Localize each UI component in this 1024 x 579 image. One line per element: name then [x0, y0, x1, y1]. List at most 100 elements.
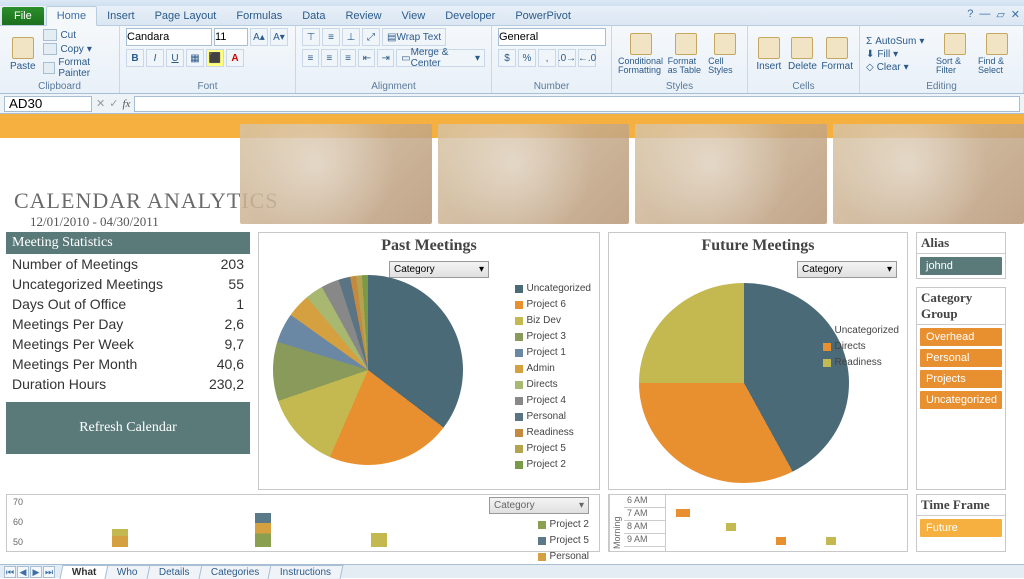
close-icon[interactable]: ✕ [1011, 8, 1020, 21]
formula-input[interactable] [134, 96, 1020, 112]
cellstyles-icon [714, 33, 736, 55]
font-name-select[interactable] [126, 28, 212, 46]
indent-inc-button[interactable]: ⇥ [377, 49, 394, 67]
time-frame-header: Time Frame [917, 495, 1005, 516]
sheet-tab-instructions[interactable]: Instructions [267, 565, 343, 579]
orientation-button[interactable]: ⤢ [362, 28, 380, 46]
font-color-button[interactable]: A [226, 49, 244, 67]
format-as-table-button[interactable]: Format as Table [668, 28, 705, 80]
tab-insert[interactable]: Insert [97, 7, 145, 25]
tab-developer[interactable]: Developer [435, 7, 505, 25]
legend-item: Project 1 [515, 345, 591, 361]
chevron-down-icon: ▾ [479, 264, 484, 275]
fx-icon[interactable]: fx [122, 98, 130, 110]
category-chip[interactable]: Projects [920, 370, 1002, 388]
font-size-select[interactable] [214, 28, 248, 46]
number-format-select[interactable] [498, 28, 606, 46]
stats-row: Number of Meetings203 [6, 254, 250, 274]
clear-button[interactable]: ◇ Clear ▾ [866, 62, 932, 73]
indent-dec-button[interactable]: ⇤ [358, 49, 375, 67]
tab-formulas[interactable]: Formulas [226, 7, 292, 25]
align-left-button[interactable]: ≡ [302, 49, 319, 67]
stats-label: Days Out of Office [12, 296, 126, 312]
help-icon[interactable]: ? [967, 8, 973, 21]
sort-icon [944, 33, 966, 55]
tab-page-layout[interactable]: Page Layout [145, 7, 227, 25]
legend-item: Project 4 [515, 393, 591, 409]
bar-category-dropdown[interactable]: Category▾ [489, 497, 589, 514]
sheet-tab-what[interactable]: What [60, 565, 109, 579]
timeframe-chip[interactable]: Future [920, 519, 1002, 537]
tab-view[interactable]: View [392, 7, 436, 25]
comma-button[interactable]: , [538, 49, 556, 67]
legend-item: Biz Dev [515, 313, 591, 329]
stats-row: Meetings Per Week9,7 [6, 334, 250, 354]
bold-button[interactable]: B [126, 49, 144, 67]
chevron-down-icon: ▾ [887, 264, 892, 275]
tab-file[interactable]: File [2, 7, 44, 25]
shrink-font-button[interactable]: A▾ [270, 28, 288, 46]
fill-button[interactable]: ⬇ Fill ▾ [866, 49, 932, 60]
group-number: Number [498, 80, 605, 92]
restore-icon[interactable]: ▱ [996, 8, 1004, 21]
format-painter-button[interactable]: Format Painter [43, 57, 113, 79]
paste-button[interactable]: Paste [6, 28, 39, 80]
sheet-tab-who[interactable]: Who [105, 565, 151, 579]
tab-home[interactable]: Home [46, 6, 97, 26]
sort-filter-button[interactable]: Sort & Filter [936, 28, 974, 80]
percent-button[interactable]: % [518, 49, 536, 67]
merge-center-button[interactable]: ▭ Merge & Center ▾ [396, 49, 485, 67]
wrap-text-button[interactable]: ▤ Wrap Text [382, 28, 446, 46]
enter-formula-icon[interactable]: ✓ [109, 97, 118, 110]
delete-cells-button[interactable]: Delete [788, 28, 818, 80]
category-group-header: Category Group [917, 288, 1005, 325]
tab-powerpivot[interactable]: PowerPivot [505, 7, 581, 25]
name-box[interactable] [4, 96, 92, 112]
increase-decimal-button[interactable]: .0→ [558, 49, 576, 67]
sheet-nav-prev[interactable]: ◀ [17, 566, 29, 578]
tab-data[interactable]: Data [292, 7, 335, 25]
group-styles: Styles [618, 80, 741, 92]
future-category-dropdown[interactable]: Category▾ [797, 261, 897, 278]
fill-color-button[interactable]: ⬛ [206, 49, 224, 67]
find-select-button[interactable]: Find & Select [978, 28, 1016, 80]
sheet-nav-first[interactable]: ⏮ [4, 566, 16, 578]
morning-timeline: Morning 6 AM7 AM8 AM9 AM [608, 494, 908, 552]
currency-button[interactable]: $ [498, 49, 516, 67]
legend-item: Project 2 [538, 517, 589, 533]
legend-swatch [515, 461, 523, 469]
align-right-button[interactable]: ≡ [340, 49, 357, 67]
minimize-icon[interactable]: — [979, 8, 990, 21]
sheet-tab-details[interactable]: Details [147, 565, 203, 579]
group-cells: Cells [754, 80, 853, 92]
conditional-formatting-button[interactable]: Conditional Formatting [618, 28, 664, 80]
insert-cells-button[interactable]: Insert [754, 28, 784, 80]
legend-label: Project 1 [527, 345, 566, 361]
align-top-button[interactable]: ⊤ [302, 28, 320, 46]
refresh-calendar-button[interactable]: Refresh Calendar [6, 402, 250, 454]
past-category-dropdown[interactable]: Category▾ [389, 261, 489, 278]
category-chip[interactable]: Personal [920, 349, 1002, 367]
decrease-decimal-button[interactable]: ←.0 [578, 49, 596, 67]
sheet-nav-next[interactable]: ▶ [30, 566, 42, 578]
border-button[interactable]: ▦ [186, 49, 204, 67]
align-center-button[interactable]: ≡ [321, 49, 338, 67]
future-pie [639, 283, 849, 483]
italic-button[interactable]: I [146, 49, 164, 67]
autosum-button[interactable]: Σ AutoSum ▾ [866, 36, 932, 47]
underline-button[interactable]: U [166, 49, 184, 67]
align-middle-button[interactable]: ≡ [322, 28, 340, 46]
sheet-nav-last[interactable]: ⏭ [43, 566, 55, 578]
sheet-tab-categories[interactable]: Categories [198, 565, 271, 579]
category-chip[interactable]: Uncategorized [920, 391, 1002, 409]
copy-button[interactable]: Copy ▾ [43, 43, 113, 55]
cut-button[interactable]: Cut [43, 29, 113, 41]
cell-styles-button[interactable]: Cell Styles [708, 28, 741, 80]
format-cells-button[interactable]: Format [821, 28, 853, 80]
align-bottom-button[interactable]: ⊥ [342, 28, 360, 46]
grow-font-button[interactable]: A▴ [250, 28, 268, 46]
cancel-formula-icon[interactable]: ✕ [96, 97, 105, 110]
alias-chip[interactable]: johnd [920, 257, 1002, 275]
category-chip[interactable]: Overhead [920, 328, 1002, 346]
tab-review[interactable]: Review [335, 7, 391, 25]
